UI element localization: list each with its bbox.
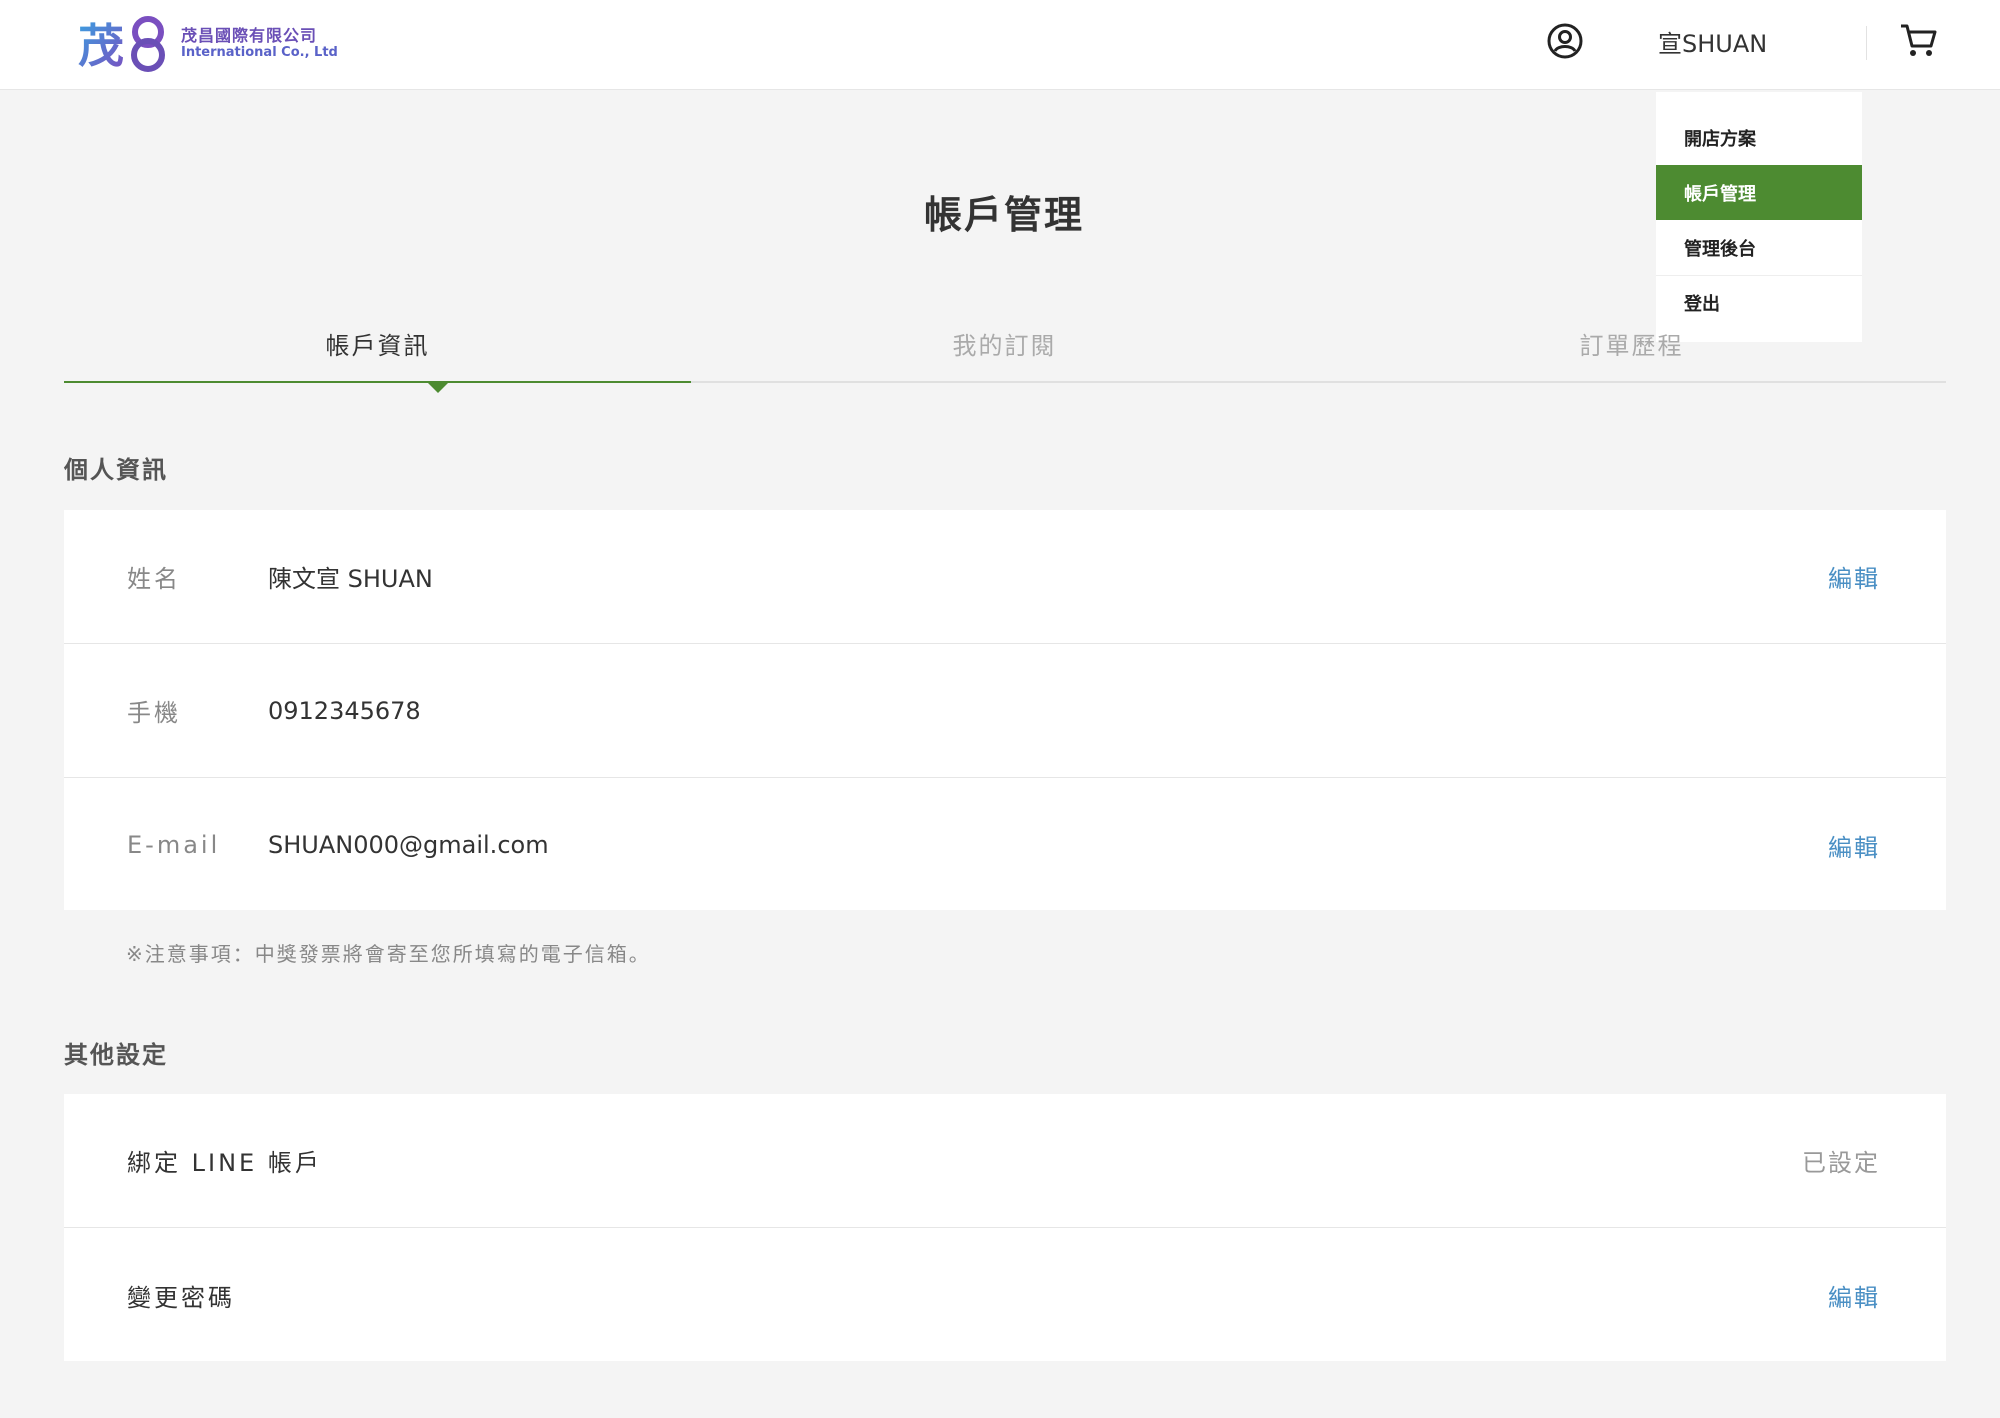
brand-logo[interactable]: 茂 茂昌國際有限公司 International Co., Ltd	[78, 16, 338, 72]
info-row-phone: 手機 0912345678	[64, 644, 1946, 778]
tab-account-info[interactable]: 帳戶資訊	[64, 318, 691, 381]
other-settings-card: 綁定 LINE 帳戶 已設定 變更密碼 編輯	[64, 1094, 1946, 1361]
edit-password-button[interactable]: 編輯	[1828, 1278, 1880, 1313]
user-circle-icon[interactable]	[1546, 22, 1584, 60]
user-name-menu[interactable]: 宣SHUAN	[1658, 24, 1767, 59]
active-tab-caret-icon	[427, 382, 449, 393]
invoice-notice: ※注意事項：中獎發票將會寄至您所填寫的電子信箱。	[126, 942, 651, 966]
dropdown-item-store-plan[interactable]: 開店方案	[1656, 110, 1862, 165]
tab-order-history[interactable]: 訂單歷程	[1318, 318, 1945, 381]
setting-row-line: 綁定 LINE 帳戶 已設定	[64, 1094, 1946, 1228]
row-label: 手機	[127, 699, 181, 727]
brand-name-en: International Co., Ltd	[181, 44, 338, 60]
page-title: 帳戶管理	[923, 193, 1084, 237]
row-label: E-mail	[127, 831, 221, 859]
brand-name-zh: 茂昌國際有限公司	[181, 26, 318, 46]
row-label: 變更密碼	[127, 1283, 235, 1312]
info-row-email: E-mail SHUAN000@gmail.com 編輯	[64, 778, 1946, 912]
row-value: SHUAN000@gmail.com	[268, 831, 549, 859]
active-tab-underline	[64, 381, 691, 383]
header-divider	[1866, 26, 1867, 60]
account-tabs: 帳戶資訊 我的訂閱 訂單歷程	[64, 318, 1946, 393]
line-status-badge: 已設定	[1802, 1149, 1880, 1177]
row-value: 0912345678	[268, 696, 421, 725]
info-row-name: 姓名 陳文宣 SHUAN 編輯	[64, 510, 1946, 644]
logo-mark-icon: 茂	[78, 16, 165, 72]
row-label: 姓名	[127, 565, 181, 593]
edit-email-button[interactable]: 編輯	[1828, 828, 1880, 863]
edit-name-button[interactable]: 編輯	[1828, 559, 1880, 594]
site-header: 茂 茂昌國際有限公司 International Co., Ltd 宣SHUAN	[0, 0, 2000, 90]
cart-icon[interactable]	[1898, 20, 1938, 60]
personal-info-card: 姓名 陳文宣 SHUAN 編輯 手機 0912345678 E-mail SHU…	[64, 510, 1946, 910]
setting-row-password: 變更密碼 編輯	[64, 1228, 1946, 1362]
svg-text:茂: 茂	[78, 19, 124, 72]
section-title-personal: 個人資訊	[64, 456, 168, 484]
tab-subscriptions[interactable]: 我的訂閱	[691, 318, 1318, 381]
row-label: 綁定 LINE 帳戶	[127, 1149, 322, 1177]
row-value: 陳文宣 SHUAN	[268, 565, 433, 593]
section-title-other: 其他設定	[64, 1041, 168, 1069]
